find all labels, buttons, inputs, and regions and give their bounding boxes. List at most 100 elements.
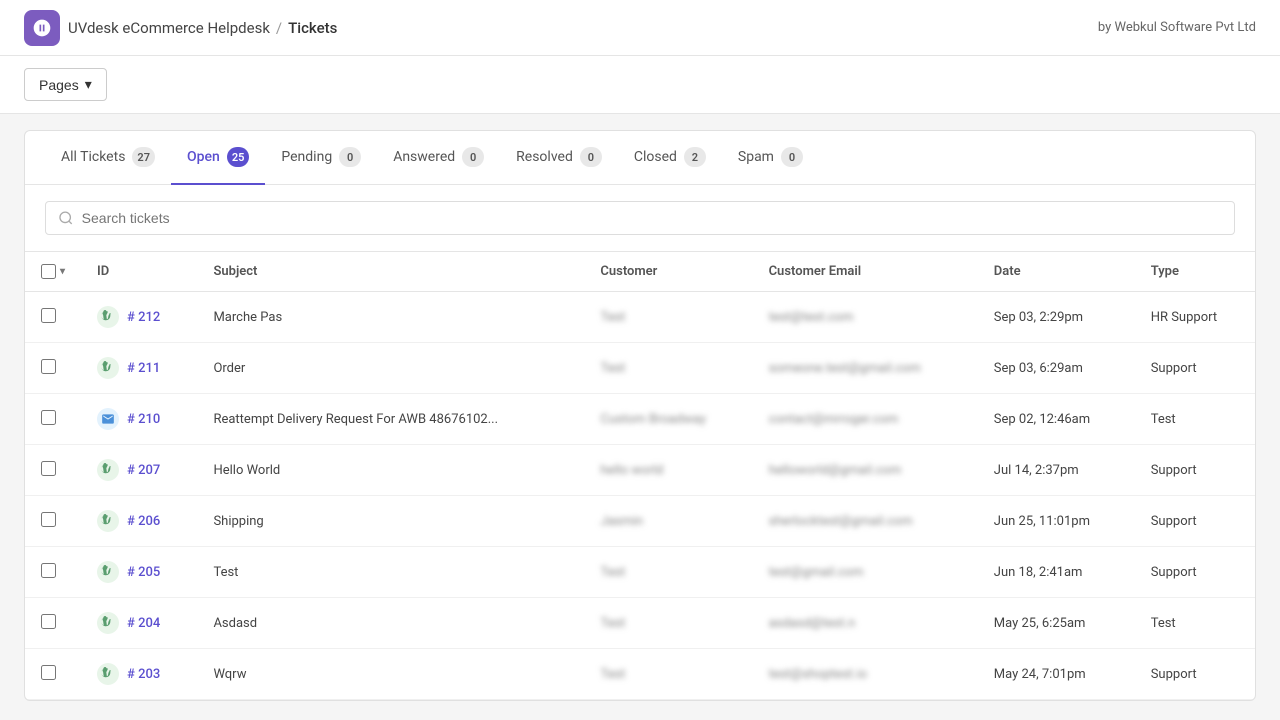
tab-resolved[interactable]: Resolved0 <box>500 131 618 185</box>
search-bar <box>25 185 1255 252</box>
row-subject-cell[interactable]: Reattempt Delivery Request For AWB 48676… <box>197 394 584 445</box>
search-input[interactable] <box>82 210 1222 226</box>
tab-label: Resolved <box>516 149 573 165</box>
row-subject-cell[interactable]: Asdasd <box>197 598 584 649</box>
row-customer-cell: Test <box>584 547 752 598</box>
row-customer-cell: Test <box>584 343 752 394</box>
table-row: # 212 Marche Pas Test test@test.com Sep … <box>25 292 1255 343</box>
row-checkbox-cell <box>25 343 81 394</box>
tab-open[interactable]: Open25 <box>171 131 265 185</box>
type-badge: Support <box>1151 565 1197 580</box>
table-row: # 203 Wqrw Test test@shoptest.io May 24,… <box>25 649 1255 700</box>
tab-answered[interactable]: Answered 0 <box>377 131 500 185</box>
select-all-checkbox[interactable] <box>41 264 56 279</box>
row-date-cell: Jul 14, 2:37pm <box>978 445 1135 496</box>
ticket-id[interactable]: # 205 <box>127 565 160 580</box>
row-subject-cell[interactable]: Shipping <box>197 496 584 547</box>
row-type-cell: Test <box>1135 598 1255 649</box>
ticket-id[interactable]: # 206 <box>127 514 160 529</box>
row-id-cell: # 207 <box>81 445 197 496</box>
tab-spam[interactable]: Spam0 <box>722 131 819 185</box>
row-checkbox[interactable] <box>41 308 56 323</box>
row-customer-cell: Test <box>584 649 752 700</box>
type-badge: Support <box>1151 361 1197 376</box>
col-type: Type <box>1135 252 1255 292</box>
ticket-id[interactable]: # 204 <box>127 616 160 631</box>
row-date-cell: Jun 18, 2:41am <box>978 547 1135 598</box>
pages-arrow-icon: ▾ <box>85 76 92 93</box>
row-checkbox[interactable] <box>41 665 56 680</box>
row-checkbox[interactable] <box>41 512 56 527</box>
tab-all[interactable]: All Tickets27 <box>45 131 171 185</box>
customer-email: test@gmail.com <box>769 565 864 580</box>
app-title: UVdesk eCommerce Helpdesk <box>68 19 270 37</box>
top-bar: UVdesk eCommerce Helpdesk / Tickets by W… <box>0 0 1280 56</box>
shopify-source-icon <box>97 561 119 583</box>
shopify-source-icon <box>97 612 119 634</box>
row-subject-cell[interactable]: Wqrw <box>197 649 584 700</box>
row-checkbox[interactable] <box>41 410 56 425</box>
col-id: ID <box>81 252 197 292</box>
breadcrumb: UVdesk eCommerce Helpdesk / Tickets <box>68 19 337 37</box>
customer-email: contact@mrroger.com <box>769 412 899 427</box>
logo-icon <box>24 10 60 46</box>
tab-closed[interactable]: Closed2 <box>618 131 722 185</box>
type-badge: Support <box>1151 463 1197 478</box>
ticket-id[interactable]: # 211 <box>127 361 160 376</box>
top-bar-right: by Webkul Software Pvt Ltd <box>1098 20 1256 35</box>
tab-label: Pending <box>281 149 332 165</box>
row-subject-cell[interactable]: Hello World <box>197 445 584 496</box>
row-email-cell: contact@mrroger.com <box>753 394 978 445</box>
customer-email: helloworld@gmail.com <box>769 463 902 478</box>
top-bar-left: UVdesk eCommerce Helpdesk / Tickets <box>24 10 337 46</box>
id-source: # 212 <box>97 306 181 328</box>
row-date-cell: May 24, 7:01pm <box>978 649 1135 700</box>
tab-pending[interactable]: Pending0 <box>265 131 377 185</box>
row-id-cell: # 205 <box>81 547 197 598</box>
select-dropdown-arrow[interactable]: ▾ <box>60 266 65 277</box>
col-customer: Customer <box>584 252 752 292</box>
breadcrumb-separator: / <box>276 19 282 37</box>
row-checkbox[interactable] <box>41 614 56 629</box>
row-checkbox-cell <box>25 496 81 547</box>
ticket-id[interactable]: # 210 <box>127 412 160 427</box>
row-customer-cell: hello world <box>584 445 752 496</box>
customer-name: Custom Broadway <box>600 412 706 427</box>
row-email-cell: test@test.com <box>753 292 978 343</box>
email-source-icon <box>97 408 119 430</box>
row-checkbox[interactable] <box>41 563 56 578</box>
breadcrumb-current: Tickets <box>288 19 337 37</box>
row-checkbox-cell <box>25 598 81 649</box>
id-source: # 205 <box>97 561 181 583</box>
ticket-id[interactable]: # 212 <box>127 310 160 325</box>
row-checkbox[interactable] <box>41 461 56 476</box>
row-checkbox[interactable] <box>41 359 56 374</box>
row-date-cell: Sep 03, 6:29am <box>978 343 1135 394</box>
tab-badge-answered: 0 <box>462 147 484 167</box>
tickets-table: ▾ ID Subject Customer Customer Email Dat… <box>25 252 1255 700</box>
type-badge: Support <box>1151 514 1197 529</box>
ticket-id[interactable]: # 207 <box>127 463 160 478</box>
row-id-cell: # 204 <box>81 598 197 649</box>
row-email-cell: someone.test@gmail.com <box>753 343 978 394</box>
tab-badge-spam: 0 <box>781 147 803 167</box>
id-source: # 210 <box>97 408 181 430</box>
pages-button[interactable]: Pages ▾ <box>24 68 107 101</box>
tab-badge-all: 27 <box>132 147 155 167</box>
id-source: # 203 <box>97 663 181 685</box>
tab-label: Closed <box>634 149 677 165</box>
row-email-cell: sherlocktest@gmail.com <box>753 496 978 547</box>
row-subject-cell[interactable]: Order <box>197 343 584 394</box>
row-type-cell: Support <box>1135 445 1255 496</box>
customer-name: Test <box>600 310 625 325</box>
ticket-id[interactable]: # 203 <box>127 667 160 682</box>
tab-badge-open: 25 <box>227 147 250 167</box>
tab-label: Answered <box>393 149 455 165</box>
row-id-cell: # 203 <box>81 649 197 700</box>
row-subject-cell[interactable]: Marche Pas <box>197 292 584 343</box>
col-subject: Subject <box>197 252 584 292</box>
row-checkbox-cell <box>25 445 81 496</box>
row-subject-cell[interactable]: Test <box>197 547 584 598</box>
customer-name: Test <box>600 616 625 631</box>
row-type-cell: Support <box>1135 343 1255 394</box>
